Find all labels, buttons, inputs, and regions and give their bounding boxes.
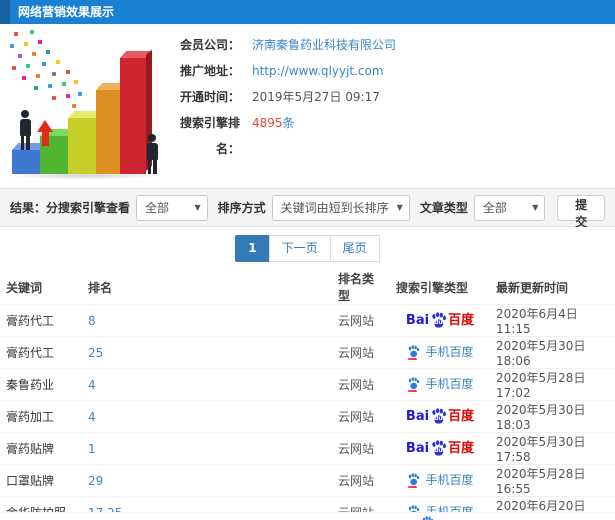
sort-select[interactable]: 关键词由短到长排序 ▼ — [271, 194, 410, 221]
mobile-baidu-icon: 手机百度 — [406, 344, 474, 360]
keyword-cell: 膏药代工 — [0, 336, 82, 369]
rank-type-cell: 云网站 — [332, 304, 390, 337]
last-page-button[interactable]: 尾页 — [329, 235, 380, 262]
result-label: 结果： — [10, 201, 47, 215]
growth-arrow-icon — [37, 120, 53, 146]
updated-cell: 2020年6月4日 11:15 — [490, 304, 615, 337]
marketing-effect-page: 网络营销效果展示 会员公司： 济南秦鲁药业科技有限公司 推广地址： http:/… — [0, 0, 615, 520]
keyword-rank-table: 关键词 排名 排名类型 搜索引擎类型 最新更新时间 膏药代工 8 云网站 Bai… — [0, 270, 615, 520]
pagination-section: 1 下一页 尾页 — [0, 227, 615, 270]
promo-url-link[interactable]: http://www.qlyyjt.com — [252, 64, 384, 78]
col-rank-type: 排名类型 — [338, 272, 375, 303]
submit-button[interactable]: 提交 — [557, 194, 605, 229]
updated-cell: 2020年5月28日 17:02 — [490, 368, 615, 401]
engine-rank-label: 搜索引擎排名： — [179, 116, 240, 156]
page-title: 网络营销效果展示 — [18, 5, 115, 19]
chart-bar-blue — [12, 141, 49, 174]
company-row: 会员公司： 济南秦鲁药业科技有限公司 — [170, 32, 610, 58]
baidu-logo-icon: Bai du 百度 — [405, 440, 475, 456]
title-bar-accent — [0, 0, 10, 24]
company-link[interactable]: 济南秦鲁药业科技有限公司 — [252, 38, 396, 52]
sort-value: 关键词由短到长排序 — [280, 201, 389, 215]
engine-rank-count: 4895 — [252, 116, 283, 130]
open-time-row: 开通时间： 2019年5月27日 09:17 — [170, 84, 610, 110]
rank-type-cell: 云网站 — [332, 400, 390, 433]
sort-label: 排序方式 — [217, 201, 266, 215]
rank-cell[interactable]: 4 — [82, 400, 332, 433]
person-right-figure — [145, 134, 159, 174]
engine-view-label: 分搜索引擎查看 — [46, 201, 131, 215]
col-rank: 排名 — [88, 280, 113, 295]
table-row: 膏药代工 25 云网站 手机百度 2020年5月30日 18:06 — [0, 336, 615, 369]
rank-cell[interactable]: 8 — [82, 304, 332, 337]
updated-cell: 2020年5月28日 16:55 — [490, 464, 615, 497]
engine-rank-row: 搜索引擎排名： 4895条 — [170, 110, 610, 156]
engine-rank-unit: 条 — [282, 116, 295, 130]
table-row: 口罩贴牌 29 云网站 手机百度 2020年5月28日 16:55 — [0, 464, 615, 497]
keyword-cell: 秦鲁药业 — [0, 368, 82, 401]
rank-cell[interactable]: 25 — [82, 336, 332, 369]
account-info-list: 会员公司： 济南秦鲁药业科技有限公司 推广地址： http://www.qlyy… — [170, 32, 610, 156]
table-row: 膏药代工 8 云网站 Bai du 百度 2020年6月4日 11:15 — [0, 304, 615, 337]
company-label: 会员公司： — [179, 38, 240, 52]
table-row: 秦鲁药业 4 云网站 手机百度 2020年5月28日 17:02 — [0, 368, 615, 401]
rank-type-cell: 云网站 — [332, 368, 390, 401]
col-engine-type: 搜索引擎类型 — [396, 280, 469, 295]
rank-type-cell: 云网站 — [332, 336, 390, 369]
bar-chart-illustration — [4, 30, 170, 182]
promo-url-label: 推广地址： — [179, 64, 240, 78]
pagination: 1 下一页 尾页 — [235, 235, 380, 262]
mobile-baidu-icon — [421, 516, 435, 520]
keyword-cell: 口罩贴牌 — [0, 464, 82, 497]
table-row: 膏药加工 4 云网站 Bai du 百度 2020年5月30日 18:03 — [0, 400, 615, 433]
open-time-label: 开通时间： — [179, 90, 240, 104]
open-time-value: 2019年5月27日 09:17 — [252, 90, 380, 104]
caret-down-icon: ▼ — [396, 203, 403, 212]
updated-cell: 2020年5月30日 18:06 — [490, 336, 615, 369]
rank-cell[interactable]: 1 — [82, 432, 332, 465]
updated-cell: 2020年5月30日 18:03 — [490, 400, 615, 433]
title-bar: 网络营销效果展示 — [0, 0, 615, 24]
promo-url-row: 推广地址： http://www.qlyyjt.com — [170, 58, 610, 84]
article-type-label: 文章类型 — [419, 201, 468, 215]
page-1-button[interactable]: 1 — [235, 235, 270, 262]
rank-cell[interactable]: 4 — [82, 368, 332, 401]
partial-table-row — [0, 512, 615, 520]
chart-bar-yellow — [68, 109, 105, 174]
mobile-baidu-icon: 手机百度 — [406, 472, 474, 488]
engine-view-select[interactable]: 全部 ▼ — [136, 194, 208, 221]
engine-view-value: 全部 — [145, 201, 170, 215]
updated-cell: 2020年5月30日 17:58 — [490, 432, 615, 465]
rank-cell[interactable]: 29 — [82, 464, 332, 497]
caret-down-icon: ▼ — [194, 203, 201, 212]
rank-type-cell: 云网站 — [332, 464, 390, 497]
keyword-cell: 膏药加工 — [0, 400, 82, 433]
person-left-figure — [18, 110, 32, 150]
col-updated: 最新更新时间 — [496, 280, 569, 295]
col-keyword: 关键词 — [6, 280, 43, 295]
baidu-logo-icon: Bai du 百度 — [405, 408, 475, 424]
next-page-button[interactable]: 下一页 — [268, 235, 331, 262]
table-header-row: 关键词 排名 排名类型 搜索引擎类型 最新更新时间 — [0, 270, 615, 305]
account-info-section: 会员公司： 济南秦鲁药业科技有限公司 推广地址： http://www.qlyy… — [0, 24, 615, 188]
baidu-logo-icon: Bai du 百度 — [405, 312, 475, 328]
rank-type-cell: 云网站 — [332, 432, 390, 465]
article-type-value: 全部 — [482, 201, 507, 215]
article-type-select[interactable]: 全部 ▼ — [473, 194, 546, 221]
caret-down-icon: ▼ — [532, 203, 539, 212]
chart-bar-red — [120, 49, 153, 174]
table-row: 膏药贴牌 1 云网站 Bai du 百度 2020年5月30日 17:58 — [0, 432, 615, 465]
filter-bar: 结果： 分搜索引擎查看 全部 ▼ 排序方式 关键词由短到长排序 ▼ 文章类型 全… — [0, 188, 615, 229]
keyword-cell: 膏药贴牌 — [0, 432, 82, 465]
keyword-cell: 膏药代工 — [0, 304, 82, 337]
mobile-baidu-icon: 手机百度 — [406, 376, 474, 392]
